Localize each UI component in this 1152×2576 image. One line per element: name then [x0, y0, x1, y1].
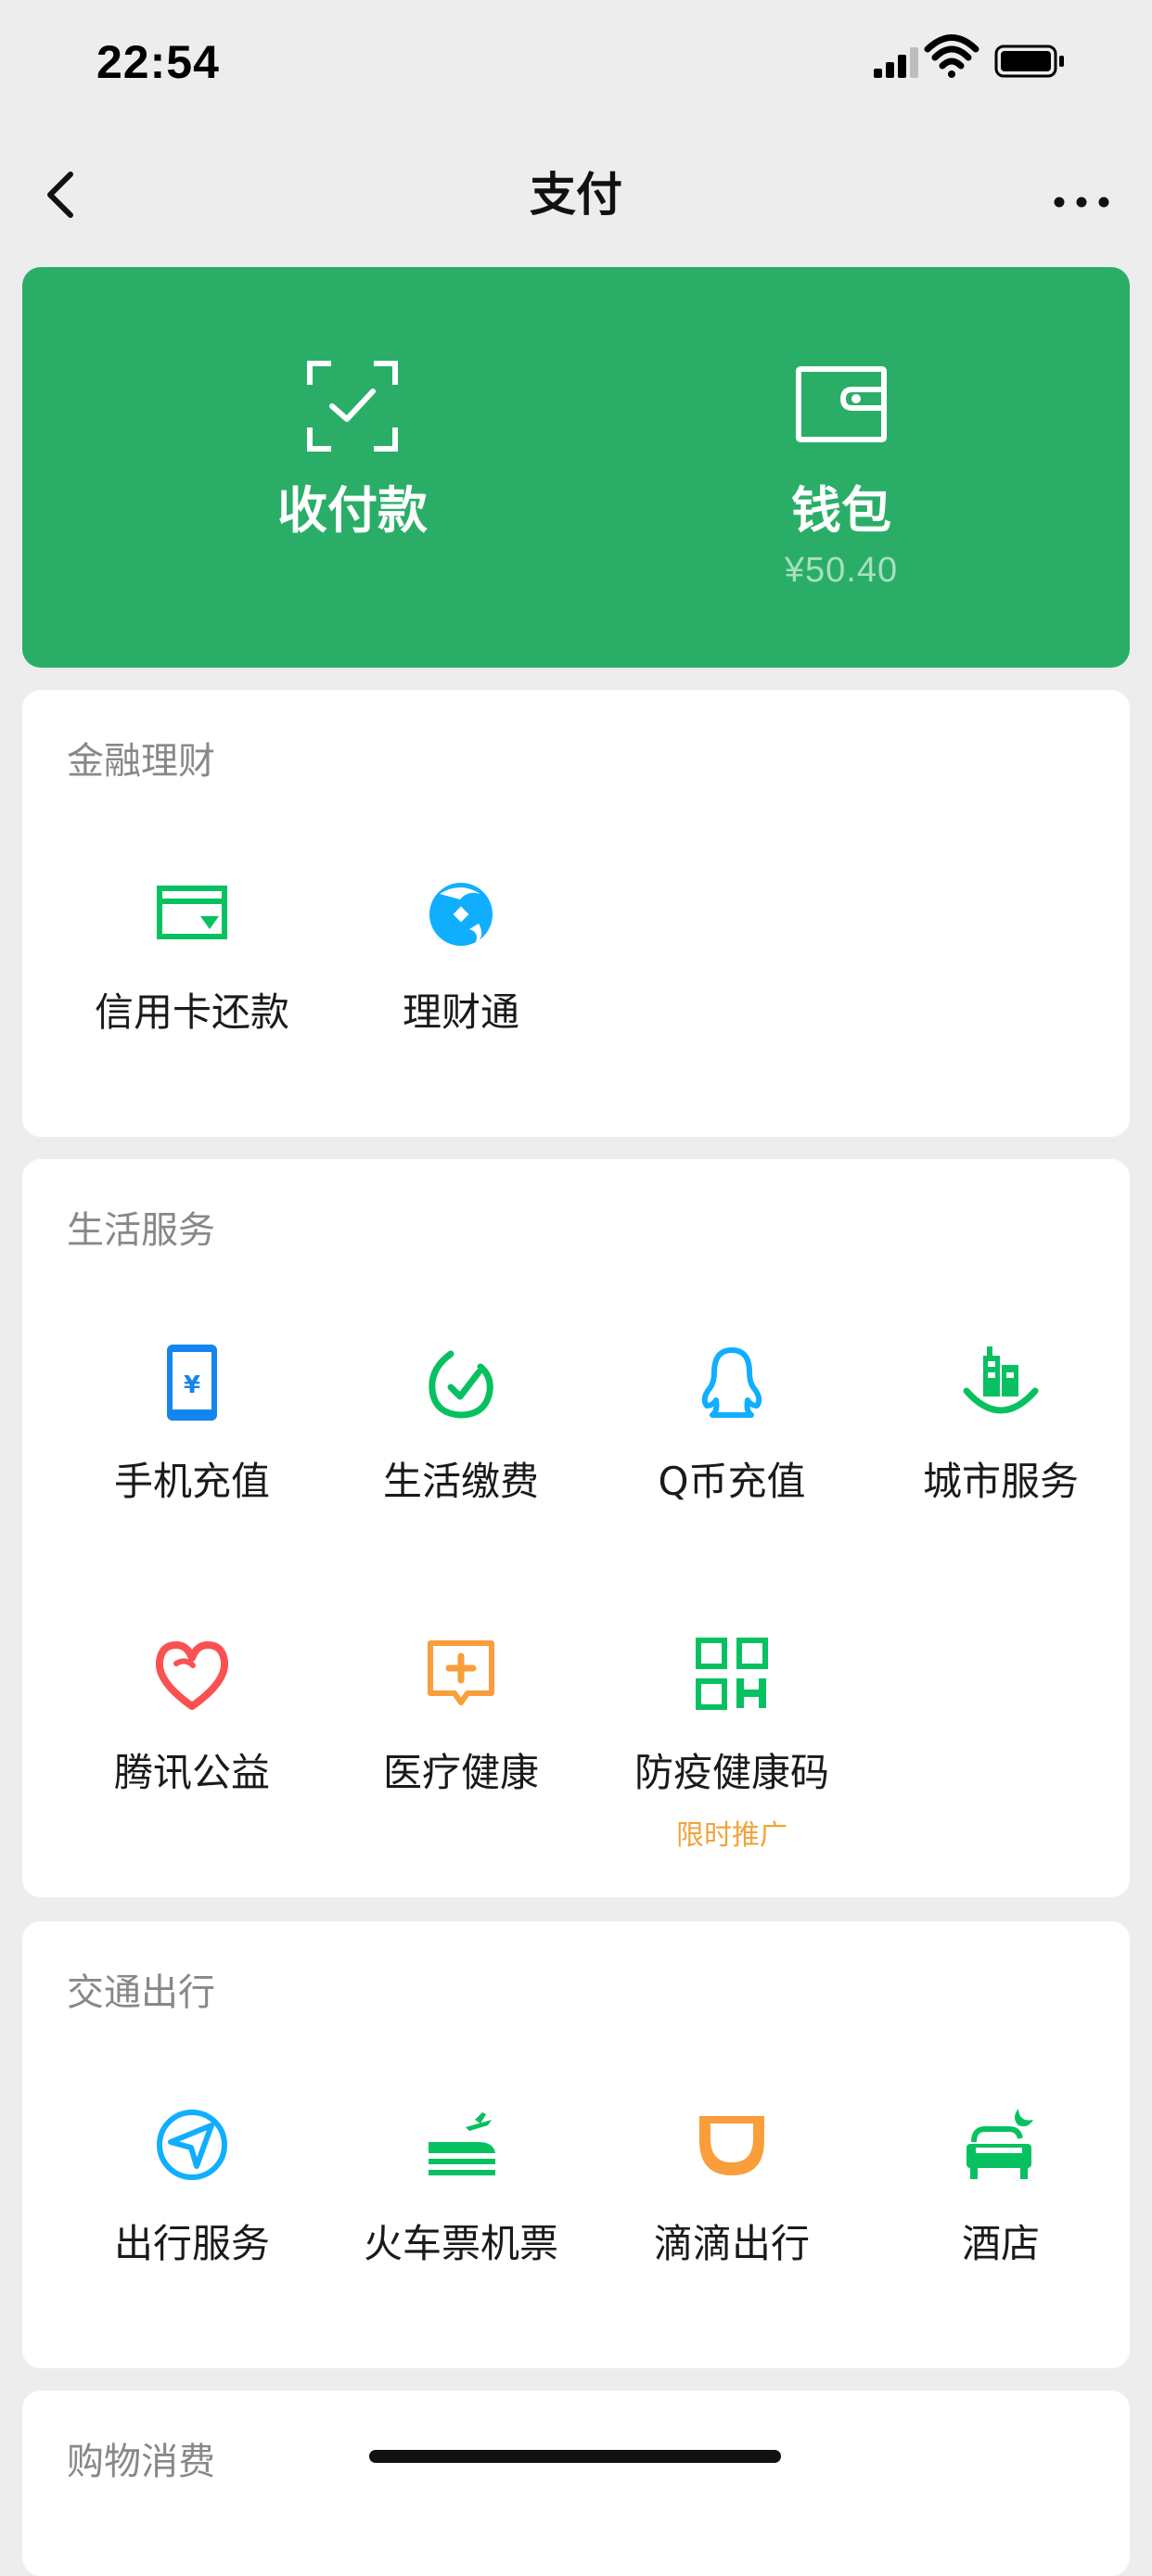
receive-pay-button[interactable]: 收付款: [167, 267, 538, 668]
hotel-label: 酒店: [961, 2221, 1040, 2266]
status-bar: 22:54: [0, 0, 1152, 130]
life-services-section: 生活服务 ¥ 手机充值 生活缴费 Q币充值 城市服务 腾讯公益 医疗健康 防疫健…: [22, 1159, 1130, 1897]
wallet-balance: ¥50.40: [784, 551, 899, 590]
qq-coin-icon: [701, 1347, 762, 1418]
travel-service-tile[interactable]: 出行服务: [58, 2107, 326, 2348]
battery-icon: [994, 45, 1064, 78]
qr-code-icon: [696, 1638, 768, 1710]
travel-service-label: 出行服务: [113, 2221, 270, 2266]
utility-bill-tile[interactable]: 生活缴费: [326, 1345, 595, 1586]
finance-section: 金融理财 信用卡还款 理财通: [22, 690, 1130, 1137]
shopping-section: 购物消费: [22, 2391, 1130, 2576]
wealth-management-label: 理财通: [402, 989, 519, 1035]
didi-icon: [699, 2116, 764, 2175]
wallet-label: 钱包: [791, 481, 891, 540]
payment-wallet-card: 收付款 钱包 ¥50.40: [22, 267, 1130, 668]
wealth-management-tile[interactable]: 理财通: [326, 875, 595, 1116]
train-plane-label: 火车票机票: [363, 2221, 558, 2266]
qq-coin-tile[interactable]: Q币充值: [597, 1345, 866, 1586]
section-title-shopping: 购物消费: [67, 2441, 215, 2483]
city-service-icon: [963, 1346, 1039, 1414]
utility-bill-label: 生活缴费: [382, 1459, 539, 1504]
wifi-icon: [924, 34, 979, 78]
hotel-tile[interactable]: 酒店: [866, 2107, 1135, 2348]
scan-check-icon: [307, 361, 398, 452]
section-title-finance: 金融理财: [67, 740, 215, 783]
receive-pay-label: 收付款: [277, 481, 428, 540]
credit-card-repay-tile[interactable]: 信用卡还款: [58, 875, 326, 1116]
travel-compass-icon: [157, 2110, 227, 2180]
home-indicator[interactable]: [369, 2450, 781, 2463]
svg-text:¥: ¥: [184, 1371, 200, 1399]
phone-recharge-icon: ¥: [167, 1345, 217, 1421]
more-options-icon[interactable]: [1044, 167, 1119, 223]
wallet-icon: [796, 366, 887, 442]
train-plane-tile[interactable]: 火车票机票: [326, 2107, 595, 2348]
health-code-label: 防疫健康码: [634, 1750, 829, 1795]
status-time: 22:54: [96, 36, 220, 88]
health-code-tile[interactable]: 防疫健康码 限时推广: [597, 1636, 866, 1877]
utility-bill-icon: [429, 1350, 493, 1419]
qq-coin-label: Q币充值: [658, 1459, 806, 1504]
medical-icon: [428, 1640, 494, 1705]
credit-card-icon: [157, 886, 227, 939]
didi-tile[interactable]: 滴滴出行: [597, 2107, 866, 2348]
status-icons: [874, 34, 1064, 78]
city-service-tile[interactable]: 城市服务: [866, 1345, 1135, 1586]
medical-health-label: 医疗健康: [382, 1750, 539, 1795]
charity-label: 腾讯公益: [113, 1750, 270, 1795]
credit-card-repay-label: 信用卡还款: [94, 989, 289, 1035]
medical-health-tile[interactable]: 医疗健康: [326, 1636, 595, 1877]
didi-label: 滴滴出行: [653, 2221, 810, 2266]
transport-section: 交通出行 出行服务 火车票机票 滴滴出行 酒店: [22, 1921, 1130, 2368]
charity-heart-icon: [155, 1641, 229, 1710]
city-service-label: 城市服务: [922, 1459, 1079, 1504]
hotel-bed-icon: [966, 2109, 1033, 2179]
charity-tile[interactable]: 腾讯公益: [58, 1636, 326, 1877]
nav-bar: 支付: [0, 130, 1152, 267]
phone-recharge-label: 手机充值: [113, 1459, 270, 1504]
train-plane-icon: [429, 2112, 495, 2175]
wealth-icon: [429, 883, 493, 946]
phone-recharge-tile[interactable]: ¥ 手机充值: [58, 1345, 326, 1586]
cellular-signal-icon: [874, 47, 918, 78]
promotion-tag: 限时推广: [676, 1819, 787, 1852]
section-title-life: 生活服务: [67, 1209, 215, 1252]
wallet-button[interactable]: 钱包 ¥50.40: [656, 267, 1027, 668]
section-title-transport: 交通出行: [67, 1971, 215, 2014]
page-title: 支付: [530, 168, 622, 222]
